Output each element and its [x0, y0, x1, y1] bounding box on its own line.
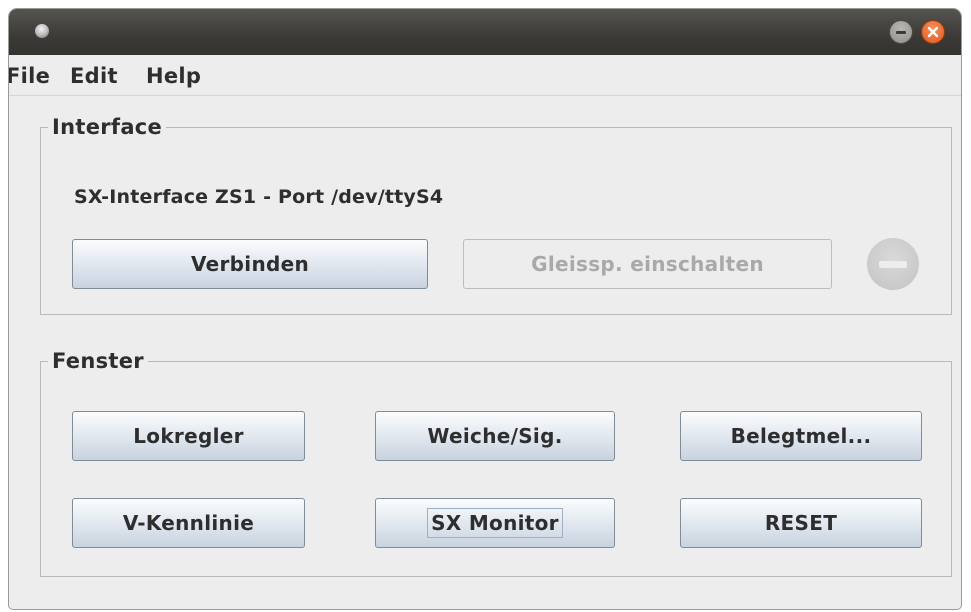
interface-group-title: Interface [48, 113, 167, 141]
menu-edit[interactable]: Edit [70, 64, 118, 88]
weiche-sig-button[interactable]: Weiche/Sig. [375, 411, 615, 461]
reset-button[interactable]: RESET [680, 498, 922, 548]
interface-info-label: SX-Interface ZS1 - Port /dev/ttyS4 [74, 186, 444, 208]
menu-bar: File Edit Help [9, 55, 961, 96]
connect-button[interactable]: Verbinden [72, 239, 428, 289]
fenster-group: Fenster Lokregler Weiche/Sig. Belegtmel.… [40, 347, 952, 577]
interface-group: Interface SX-Interface ZS1 - Port /dev/t… [40, 113, 952, 315]
fenster-group-title: Fenster [48, 347, 148, 375]
menu-file[interactable]: File [9, 64, 50, 88]
sx-monitor-button[interactable]: SX Monitor [375, 498, 615, 548]
lokregler-button[interactable]: Lokregler [72, 411, 305, 461]
app-icon [35, 24, 49, 38]
title-bar[interactable] [9, 9, 961, 55]
v-kennlinie-button[interactable]: V-Kennlinie [72, 498, 305, 548]
menu-help[interactable]: Help [146, 64, 201, 88]
close-icon[interactable] [921, 20, 945, 44]
main-window: File Edit Help Interface SX-Interface ZS… [9, 9, 961, 609]
belegtmelder-button[interactable]: Belegtmel... [680, 411, 922, 461]
sx-monitor-label: SX Monitor [427, 508, 563, 538]
minimize-icon[interactable] [889, 20, 913, 44]
track-power-button[interactable]: Gleissp. einschalten [463, 239, 832, 289]
disabled-indicator-icon [867, 238, 919, 290]
